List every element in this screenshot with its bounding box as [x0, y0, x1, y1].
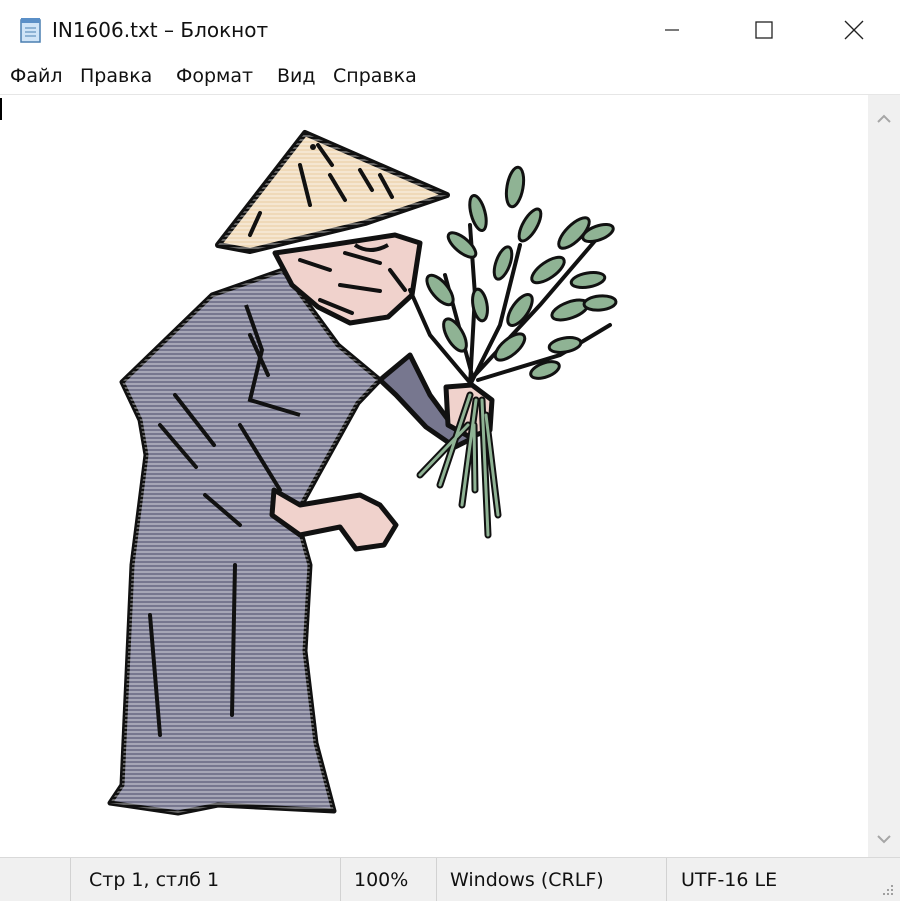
vertical-scrollbar[interactable] — [868, 95, 900, 857]
chevron-up-icon[interactable] — [876, 109, 892, 123]
text-art-illustration — [107, 130, 618, 816]
menu-help[interactable]: Справка — [333, 65, 417, 87]
menu-view[interactable]: Вид — [277, 65, 316, 87]
status-line-ending-text: Windows (CRLF) — [450, 869, 604, 891]
chevron-down-icon[interactable] — [876, 831, 892, 844]
status-bar: Стр 1, стлб 1 100% Windows (CRLF) UTF-16… — [0, 857, 900, 901]
status-line-ending: Windows (CRLF) — [436, 858, 667, 901]
status-zoom: 100% — [340, 858, 437, 901]
close-icon — [844, 20, 864, 40]
menu-file[interactable]: Файл — [10, 65, 63, 87]
notepad-icon — [18, 16, 44, 44]
status-encoding-text: UTF-16 LE — [681, 869, 778, 891]
minimize-button[interactable] — [626, 0, 718, 60]
maximize-button[interactable] — [718, 0, 810, 60]
title-bar[interactable]: IN1606.txt – Блокнот — [0, 0, 900, 60]
status-encoding: UTF-16 LE — [666, 858, 900, 901]
resize-grip-icon[interactable] — [880, 881, 894, 895]
window-title: IN1606.txt – Блокнот — [52, 18, 269, 42]
robe — [107, 267, 478, 816]
maximize-icon — [755, 21, 773, 39]
close-button[interactable] — [808, 0, 900, 60]
menu-edit[interactable]: Правка — [80, 65, 152, 87]
status-zoom-text: 100% — [354, 869, 409, 891]
herb-bundle — [408, 165, 618, 539]
conical-hat — [215, 130, 450, 254]
status-position: Стр 1, стлб 1 — [70, 858, 341, 901]
status-position-text: Стр 1, стлб 1 — [89, 869, 220, 891]
minimize-icon — [664, 22, 680, 38]
menu-bar: Файл Правка Формат Вид Справка — [0, 60, 900, 95]
menu-format[interactable]: Формат — [176, 65, 253, 87]
text-editor[interactable] — [0, 95, 868, 857]
